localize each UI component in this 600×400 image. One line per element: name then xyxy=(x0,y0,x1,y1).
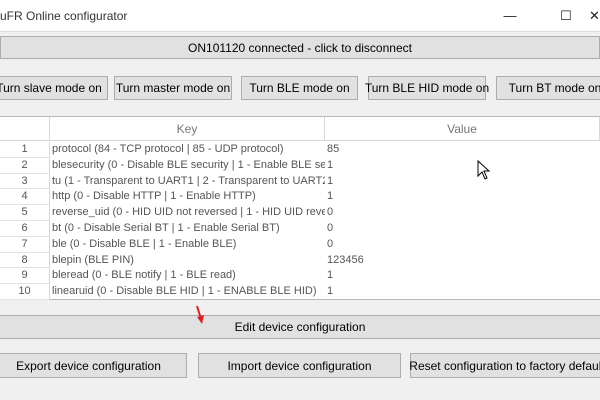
config-table[interactable]: Key Value 1 protocol (84 - TCP protocol |… xyxy=(0,116,600,300)
row-index-cell[interactable]: 1 xyxy=(0,142,50,158)
key-cell[interactable]: http (0 - Disable HTTP | 1 - Enable HTTP… xyxy=(51,189,325,205)
table-row[interactable]: 10 linearuid (0 - Disable BLE HID | 1 - E… xyxy=(0,284,600,300)
table-row[interactable]: 5 reverse_uid (0 - HID UID not reversed |… xyxy=(0,205,600,221)
row-index-cell[interactable]: 10 xyxy=(0,284,50,300)
mouse-cursor-icon xyxy=(477,160,491,180)
window-title: uFR Online configurator xyxy=(0,9,128,23)
key-cell[interactable]: protocol (84 - TCP protocol | 85 - UDP p… xyxy=(51,142,325,158)
disconnect-button[interactable]: ON101120 connected - click to disconnect xyxy=(0,36,600,59)
ble-mode-button[interactable]: Turn BLE mode on xyxy=(241,76,358,100)
edit-configuration-button[interactable]: Edit device configuration xyxy=(0,315,600,339)
row-index-cell[interactable]: 7 xyxy=(0,236,50,253)
row-index-cell[interactable]: 6 xyxy=(0,221,50,237)
master-mode-button[interactable]: Turn master mode on xyxy=(114,76,232,100)
key-cell[interactable]: blepin (BLE PIN) xyxy=(51,253,325,269)
row-index-cell[interactable]: 3 xyxy=(0,173,50,190)
table-row[interactable]: 7 ble (0 - Disable BLE | 1 - Enable BLE) 0 xyxy=(0,236,600,253)
value-cell[interactable]: 123456 xyxy=(327,253,600,269)
bt-mode-button[interactable]: Turn BT mode on xyxy=(496,76,600,100)
row-index-cell[interactable]: 4 xyxy=(0,189,50,206)
value-cell[interactable]: 1 xyxy=(327,284,600,300)
value-cell[interactable]: 1 xyxy=(327,189,600,205)
row-index-cell[interactable]: 5 xyxy=(0,205,50,221)
value-cell[interactable]: 85 xyxy=(327,142,600,158)
column-header-value[interactable]: Value xyxy=(325,117,600,141)
value-cell[interactable]: 0 xyxy=(327,221,600,237)
key-cell[interactable]: reverse_uid (0 - HID UID not reversed | … xyxy=(51,205,325,221)
value-cell[interactable]: 1 xyxy=(327,268,600,284)
row-index-cell[interactable]: 9 xyxy=(0,268,50,285)
ble-hid-mode-button[interactable]: Turn BLE HID mode on xyxy=(365,76,489,100)
table-row[interactable]: 3 tu (1 - Transparent to UART1 | 2 - Tran… xyxy=(0,173,600,190)
table-row[interactable]: 9 bleread (0 - BLE notify | 1 - BLE read)… xyxy=(0,268,600,285)
key-cell[interactable]: bleread (0 - BLE notify | 1 - BLE read) xyxy=(51,268,325,284)
header-corner[interactable] xyxy=(0,117,50,141)
row-index-cell[interactable]: 8 xyxy=(0,252,50,269)
key-cell[interactable]: blesecurity (0 - Disable BLE security | … xyxy=(51,158,325,174)
close-button[interactable]: ✕ xyxy=(589,0,600,31)
table-row[interactable]: 1 protocol (84 - TCP protocol | 85 - UDP … xyxy=(0,142,600,158)
import-configuration-button[interactable]: Import device configuration xyxy=(198,353,401,378)
value-cell[interactable]: 0 xyxy=(327,205,600,221)
value-cell[interactable]: 1 xyxy=(327,174,600,190)
title-bar: uFR Online configurator — ☐ ✕ xyxy=(0,0,600,32)
reset-factory-defaults-button[interactable]: Reset configuration to factory defaults xyxy=(409,353,600,378)
key-cell[interactable]: bt (0 - Disable Serial BT | 1 - Enable S… xyxy=(51,221,325,237)
table-row[interactable]: 2 blesecurity (0 - Disable BLE security |… xyxy=(0,157,600,174)
slave-mode-button[interactable]: Turn slave mode on xyxy=(0,76,108,100)
key-cell[interactable]: tu (1 - Transparent to UART1 | 2 - Trans… xyxy=(51,174,325,190)
key-cell[interactable]: ble (0 - Disable BLE | 1 - Enable BLE) xyxy=(51,237,325,253)
table-header: Key Value xyxy=(0,117,600,141)
table-row[interactable]: 8 blepin (BLE PIN) 123456 xyxy=(0,252,600,269)
column-header-key[interactable]: Key xyxy=(50,117,325,141)
red-arrow-icon xyxy=(196,305,204,324)
maximize-button[interactable]: ☐ xyxy=(543,0,589,31)
key-cell[interactable]: linearuid (0 - Disable BLE HID | 1 - ENA… xyxy=(51,284,325,300)
value-cell[interactable]: 1 xyxy=(327,158,600,174)
minimize-button[interactable]: — xyxy=(487,0,533,31)
table-row[interactable]: 4 http (0 - Disable HTTP | 1 - Enable HTT… xyxy=(0,189,600,206)
export-configuration-button[interactable]: Export device configuration xyxy=(0,353,187,378)
row-index-cell[interactable]: 2 xyxy=(0,157,50,174)
table-row[interactable]: 6 bt (0 - Disable Serial BT | 1 - Enable … xyxy=(0,221,600,237)
value-cell[interactable]: 0 xyxy=(327,237,600,253)
